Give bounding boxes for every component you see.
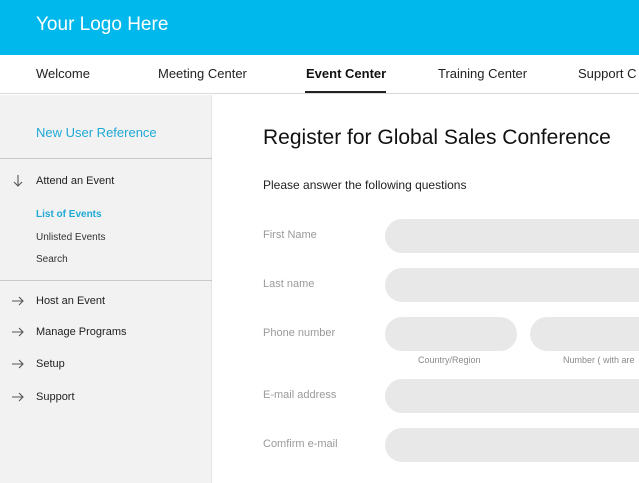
- active-tab-indicator: [305, 91, 386, 93]
- first-name-label: First Name: [263, 229, 317, 241]
- sidebar-subitem-unlisted-events[interactable]: Unlisted Events: [36, 232, 105, 243]
- sidebar-item-label: Host an Event: [36, 295, 106, 307]
- phone-number-input[interactable]: [530, 317, 639, 351]
- page-title: Register for Global Sales Conference: [263, 126, 611, 149]
- tab-event-center[interactable]: Event Center: [306, 66, 386, 81]
- sidebar-item-label: Attend an Event: [36, 175, 115, 187]
- confirm-email-label: Comfirm e-mail: [263, 438, 338, 450]
- sidebar-item-manage-programs[interactable]: Manage Programs: [0, 325, 212, 345]
- sidebar-divider: [0, 158, 212, 159]
- main-content: Register for Global Sales Conference Ple…: [213, 95, 639, 483]
- sidebar-item-setup[interactable]: Setup: [0, 357, 212, 377]
- sidebar-subitem-search[interactable]: Search: [36, 254, 68, 265]
- sidebar-item-host-event[interactable]: Host an Event: [0, 294, 212, 314]
- number-hint: Number ( with are: [563, 355, 635, 365]
- tab-training-center[interactable]: Training Center: [438, 66, 527, 81]
- tab-support-center[interactable]: Support C: [578, 66, 637, 81]
- sidebar-item-attend-event[interactable]: Attend an Event: [0, 174, 212, 194]
- last-name-label: Last name: [263, 278, 315, 290]
- site-logo[interactable]: Your Logo Here: [36, 14, 168, 36]
- sidebar: New User Reference Attend an Event List …: [0, 95, 212, 483]
- sidebar-item-label: Support: [36, 391, 75, 403]
- email-input[interactable]: [385, 379, 639, 413]
- last-name-input[interactable]: [385, 268, 639, 302]
- main-nav: Welcome Meeting Center Event Center Trai…: [0, 55, 639, 94]
- sidebar-divider: [0, 280, 212, 281]
- arrow-right-icon: [12, 359, 24, 369]
- arrow-right-icon: [12, 327, 24, 337]
- sidebar-item-label: Setup: [36, 358, 65, 370]
- arrow-right-icon: [12, 296, 24, 306]
- country-region-hint: Country/Region: [418, 355, 481, 365]
- tab-meeting-center[interactable]: Meeting Center: [158, 66, 247, 81]
- new-user-reference-link[interactable]: New User Reference: [36, 125, 157, 140]
- sidebar-item-support[interactable]: Support: [0, 390, 212, 410]
- sidebar-subitem-list-of-events[interactable]: List of Events: [36, 209, 102, 220]
- phone-number-label: Phone number: [263, 327, 336, 339]
- top-header: Your Logo Here: [0, 0, 639, 55]
- email-label: E-mail address: [263, 389, 337, 401]
- tab-welcome[interactable]: Welcome: [36, 66, 90, 81]
- sidebar-item-label: Manage Programs: [36, 326, 127, 338]
- form-instructions: Please answer the following questions: [263, 178, 467, 192]
- arrow-right-icon: [12, 392, 24, 402]
- arrow-down-icon: [13, 175, 23, 187]
- first-name-input[interactable]: [385, 219, 639, 253]
- phone-country-input[interactable]: [385, 317, 517, 351]
- confirm-email-input[interactable]: [385, 428, 639, 462]
